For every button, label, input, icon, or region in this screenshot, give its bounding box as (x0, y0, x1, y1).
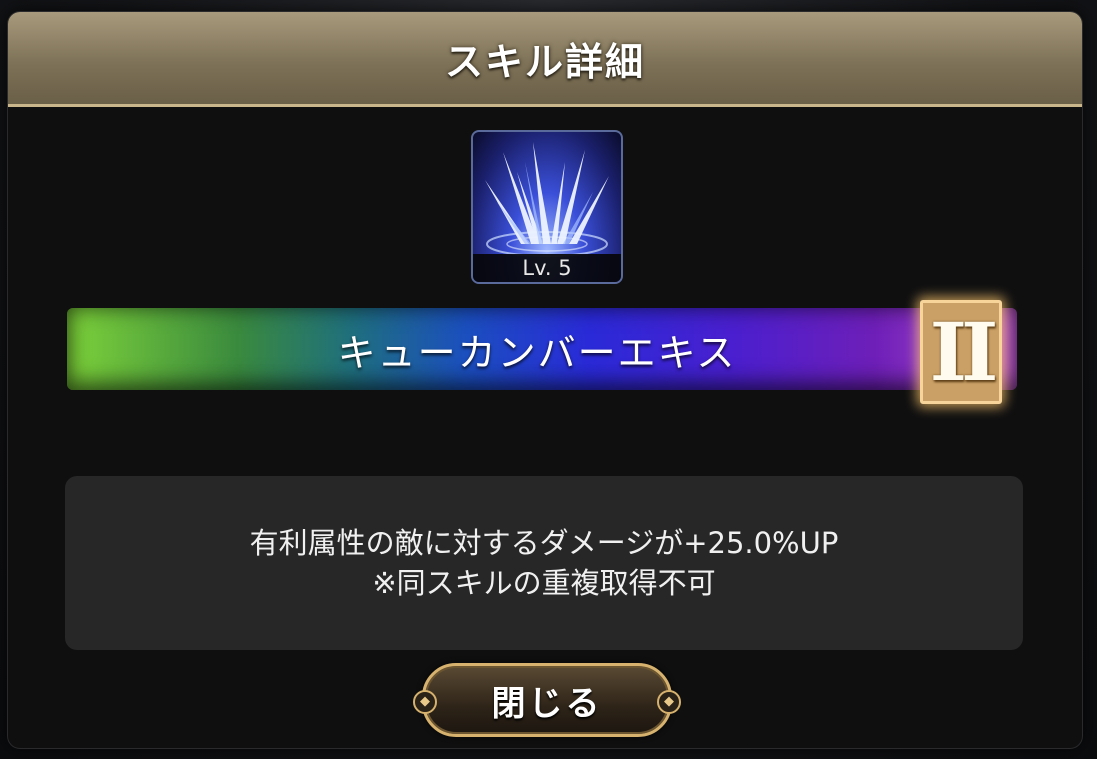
skill-icon-frame: Lv. 5 (471, 130, 623, 284)
skill-grade-badge: II (920, 300, 1002, 404)
skill-description-note: ※同スキルの重複取得不可 (372, 566, 716, 600)
skill-description-box: 有利属性の敵に対するダメージが+25.0%UP ※同スキルの重複取得不可 (65, 476, 1023, 650)
skill-name-bar: キューカンバーエキス (67, 308, 1017, 390)
skill-detail-dialog: スキル詳細 Lv. 5 キューカンバーエキス II 有利属性の敵に対するダメージ… (8, 12, 1082, 748)
close-button[interactable]: ◆ 閉じる ◆ (413, 663, 681, 737)
skill-grade: II (929, 305, 999, 399)
close-button-label: 閉じる (491, 683, 603, 724)
diamond-ornament-icon: ◆ (413, 690, 437, 714)
skill-level-badge: Lv. 5 (473, 254, 621, 282)
skill-description-line: 有利属性の敵に対するダメージが+25.0%UP (249, 526, 839, 560)
diamond-ornament-icon: ◆ (657, 690, 681, 714)
skill-name: キューカンバーエキス (337, 330, 737, 375)
dialog-header: スキル詳細 (8, 12, 1082, 107)
dialog-title: スキル詳細 (444, 39, 645, 84)
